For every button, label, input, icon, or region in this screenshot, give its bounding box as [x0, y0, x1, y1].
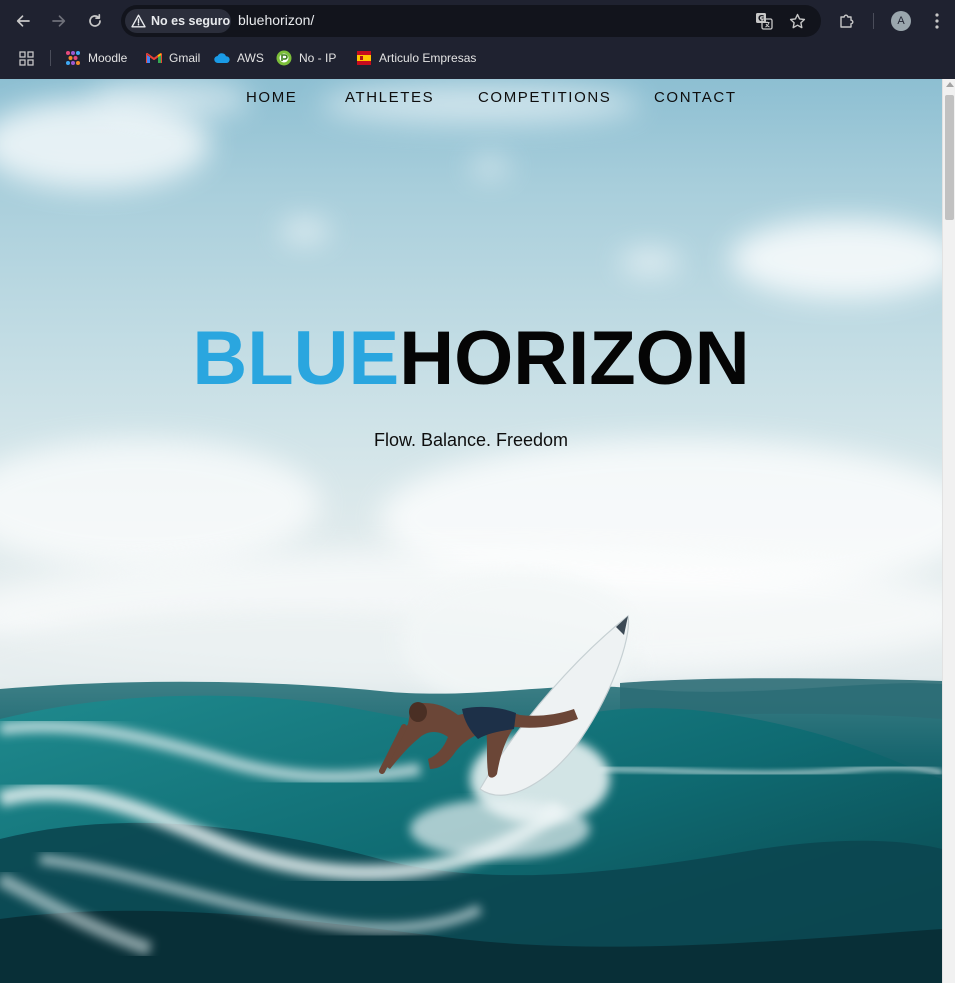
back-arrow-icon [16, 15, 30, 27]
bookmark-articulo-empresas[interactable]: Articulo Empresas [356, 48, 476, 68]
bookmark-label: Articulo Empresas [379, 51, 477, 65]
bookmark-label: Moodle [88, 51, 128, 65]
browser-chrome: No es seguro bluehorizon/ G A Moodle Gma… [0, 0, 955, 79]
moodle-icon [65, 50, 81, 66]
apps-button[interactable] [19, 48, 34, 68]
bookmarks-divider [50, 50, 51, 66]
nav-link-competitions[interactable]: COMPETITIONS [478, 89, 611, 106]
extensions-button[interactable] [833, 7, 861, 35]
url-text[interactable]: bluehorizon/ [238, 12, 314, 28]
reload-button[interactable] [81, 7, 109, 35]
ocean-wave-scene [0, 569, 942, 983]
site-nav: HOME ATHLETES COMPETITIONS CONTACT [0, 89, 942, 111]
bookmark-star-button[interactable] [787, 11, 807, 31]
menu-button[interactable] [923, 7, 951, 35]
flag-icon [356, 50, 372, 66]
forward-arrow-icon [52, 15, 66, 27]
back-button[interactable] [9, 7, 37, 35]
page-viewport: HOME ATHLETES COMPETITIONS CONTACT BLUEH… [0, 79, 955, 983]
brand-secondary: HORIZON [399, 316, 750, 401]
address-bar[interactable]: No es seguro bluehorizon/ G [121, 5, 821, 37]
bookmark-label: No - IP [299, 51, 337, 65]
bookmark-moodle[interactable]: Moodle [65, 48, 127, 68]
hero-section: HOME ATHLETES COMPETITIONS CONTACT BLUEH… [0, 79, 942, 983]
security-indicator[interactable]: No es seguro [125, 9, 231, 33]
nav-link-athletes[interactable]: ATHLETES [345, 89, 434, 106]
scroll-up-arrow-icon[interactable] [946, 82, 954, 87]
nav-link-contact[interactable]: CONTACT [654, 89, 737, 106]
translate-icon: G [756, 13, 773, 30]
bookmark-label: Gmail [169, 51, 201, 65]
tagline: Flow. Balance. Freedom [373, 430, 569, 450]
avatar-initial: A [897, 15, 905, 27]
apps-grid-icon [19, 50, 34, 66]
warning-triangle-icon [131, 14, 146, 28]
security-label: No es seguro [151, 14, 231, 28]
toolbar-divider [873, 13, 874, 29]
profile-button[interactable]: A [887, 7, 915, 35]
scrollbar-thumb[interactable] [945, 95, 954, 220]
nav-link-home[interactable]: HOME [246, 89, 297, 106]
forward-button[interactable] [45, 7, 73, 35]
bookmark-gmail[interactable]: Gmail [146, 48, 200, 68]
puzzle-icon [840, 14, 854, 28]
star-icon [789, 13, 805, 28]
browser-toolbar: No es seguro bluehorizon/ G A [0, 0, 955, 42]
bookmark-noip[interactable]: No - IP [276, 48, 336, 68]
gmail-icon [146, 50, 162, 66]
translate-button[interactable]: G [754, 11, 774, 31]
bookmark-label: AWS [237, 51, 264, 65]
brand-logo: BLUEHORIZON [0, 321, 942, 397]
kebab-menu-icon [935, 13, 939, 29]
bookmarks-bar [0, 42, 955, 75]
reload-icon [89, 13, 101, 27]
vertical-scrollbar[interactable] [942, 79, 955, 983]
noip-icon [276, 50, 292, 66]
avatar: A [891, 11, 911, 31]
bookmark-aws[interactable]: AWS [214, 48, 264, 68]
brand-primary: BLUE [192, 316, 400, 401]
aws-cloud-icon [214, 50, 230, 66]
